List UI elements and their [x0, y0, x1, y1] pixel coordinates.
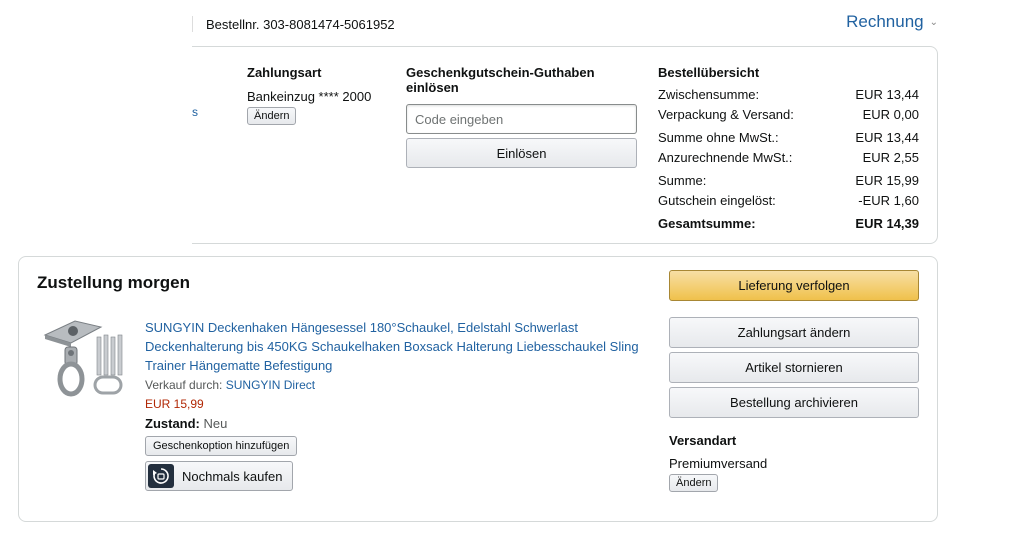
ceiling-hook-image	[43, 320, 123, 397]
invoice-label: Rechnung	[846, 12, 924, 31]
gift-card-heading: Geschenkgutschein-Guthaben einlösen	[406, 65, 595, 95]
payment-method: Bankeinzug **** 2000	[247, 89, 372, 104]
row-label: Anzurechnende MwSt.:	[658, 150, 793, 165]
invoice-dropdown[interactable]: Rechnung ⌄	[846, 12, 938, 32]
row-value: EUR 13,44	[855, 130, 919, 145]
condition-label: Zustand:	[145, 416, 200, 431]
change-shipping-button[interactable]: Ändern	[669, 474, 719, 492]
shipment-card: Zustellung morgen SUNGYIN Deckenhaken Hä…	[18, 256, 938, 522]
overview-row: Verpackung & Versand: EUR 0,00	[658, 105, 919, 125]
buy-again-button[interactable]: Nochmals kaufen	[145, 461, 294, 491]
shipment-actions: Lieferung verfolgen Zahlungsart ändern A…	[669, 270, 919, 492]
overview-row: Summe: EUR 15,99	[658, 171, 919, 191]
payment-section: Zahlungsart Bankeinzug **** 2000 Ändern	[247, 65, 371, 125]
archive-order-button[interactable]: Bestellung archivieren	[669, 387, 919, 418]
order-header: Bestellnr. 303-8081474-5061952 Rechnung …	[192, 12, 938, 34]
gift-code-input[interactable]	[406, 104, 637, 134]
row-value: EUR 14,39	[855, 216, 919, 231]
condition-value: Neu	[203, 416, 228, 431]
chevron-down-icon: ⌄	[929, 16, 938, 28]
row-label: Verpackung & Versand:	[658, 107, 794, 122]
overview-row: Anzurechnende MwSt.: EUR 2,55	[658, 148, 919, 168]
seller-link[interactable]: SUNGYIN Direct	[226, 378, 315, 392]
row-label: Summe ohne MwSt.:	[658, 130, 779, 145]
divider	[192, 16, 193, 32]
track-delivery-button[interactable]: Lieferung verfolgen	[669, 270, 919, 301]
order-overview: Bestellübersicht Zwischensumme: EUR 13,44…	[658, 65, 919, 234]
redeem-button[interactable]: Einlösen	[406, 138, 637, 168]
overview-row: Gutschein eingelöst: -EUR 1,60	[658, 191, 919, 211]
product-title-link[interactable]: SUNGYIN Deckenhaken Hängesessel 180°Scha…	[145, 318, 645, 375]
delivery-status-title: Zustellung morgen	[37, 273, 190, 292]
row-label: Zwischensumme:	[658, 87, 760, 102]
gift-card-section: Geschenkgutschein-Guthaben einlösen Einl…	[406, 65, 638, 168]
product-condition: Zustand: Neu	[145, 414, 645, 433]
shipping-method-heading: Versandart	[669, 433, 737, 448]
overview-row: Zwischensumme: EUR 13,44	[658, 85, 919, 105]
row-label: Gesamtsumme:	[658, 216, 756, 231]
row-value: EUR 2,55	[862, 150, 919, 165]
payment-heading: Zahlungsart	[247, 65, 322, 80]
product-image[interactable]	[41, 313, 133, 409]
row-value: EUR 13,44	[855, 87, 919, 102]
buy-again-label: Nochmals kaufen	[182, 468, 283, 484]
row-value: EUR 15,99	[855, 173, 919, 188]
overview-heading: Bestellübersicht	[658, 65, 760, 80]
cancel-items-button[interactable]: Artikel stornieren	[669, 352, 919, 383]
row-value: EUR 0,00	[862, 107, 919, 122]
order-number: Bestellnr. 303-8081474-5061952	[206, 17, 395, 32]
shipping-method-value: Premiumversand	[669, 456, 768, 471]
sold-by-label: Verkauf durch:	[145, 378, 223, 392]
change-payment-button[interactable]: Ändern	[247, 107, 297, 125]
cutoff-text: s	[192, 105, 198, 119]
overview-row: Summe ohne MwSt.: EUR 13,44	[658, 128, 919, 148]
order-summary-card: s Zahlungsart Bankeinzug **** 2000 Änder…	[192, 46, 938, 244]
row-label: Summe:	[658, 173, 707, 188]
buy-again-wrapper: Nochmals kaufen	[145, 456, 645, 491]
grand-total-row: Gesamtsumme: EUR 14,39	[658, 214, 919, 234]
product-price: EUR 15,99	[145, 397, 204, 411]
row-value: -EUR 1,60	[858, 193, 919, 208]
add-gift-option-button[interactable]: Geschenkoption hinzufügen	[145, 436, 298, 456]
row-label: Gutschein eingelöst:	[658, 193, 776, 208]
sold-by: Verkauf durch: SUNGYIN Direct	[145, 376, 645, 395]
shipping-method-section: Versandart Premiumversand Ändern	[669, 433, 919, 492]
change-payment-method-button[interactable]: Zahlungsart ändern	[669, 317, 919, 348]
reorder-icon	[148, 464, 174, 488]
product-info: SUNGYIN Deckenhaken Hängesessel 180°Scha…	[145, 318, 645, 491]
